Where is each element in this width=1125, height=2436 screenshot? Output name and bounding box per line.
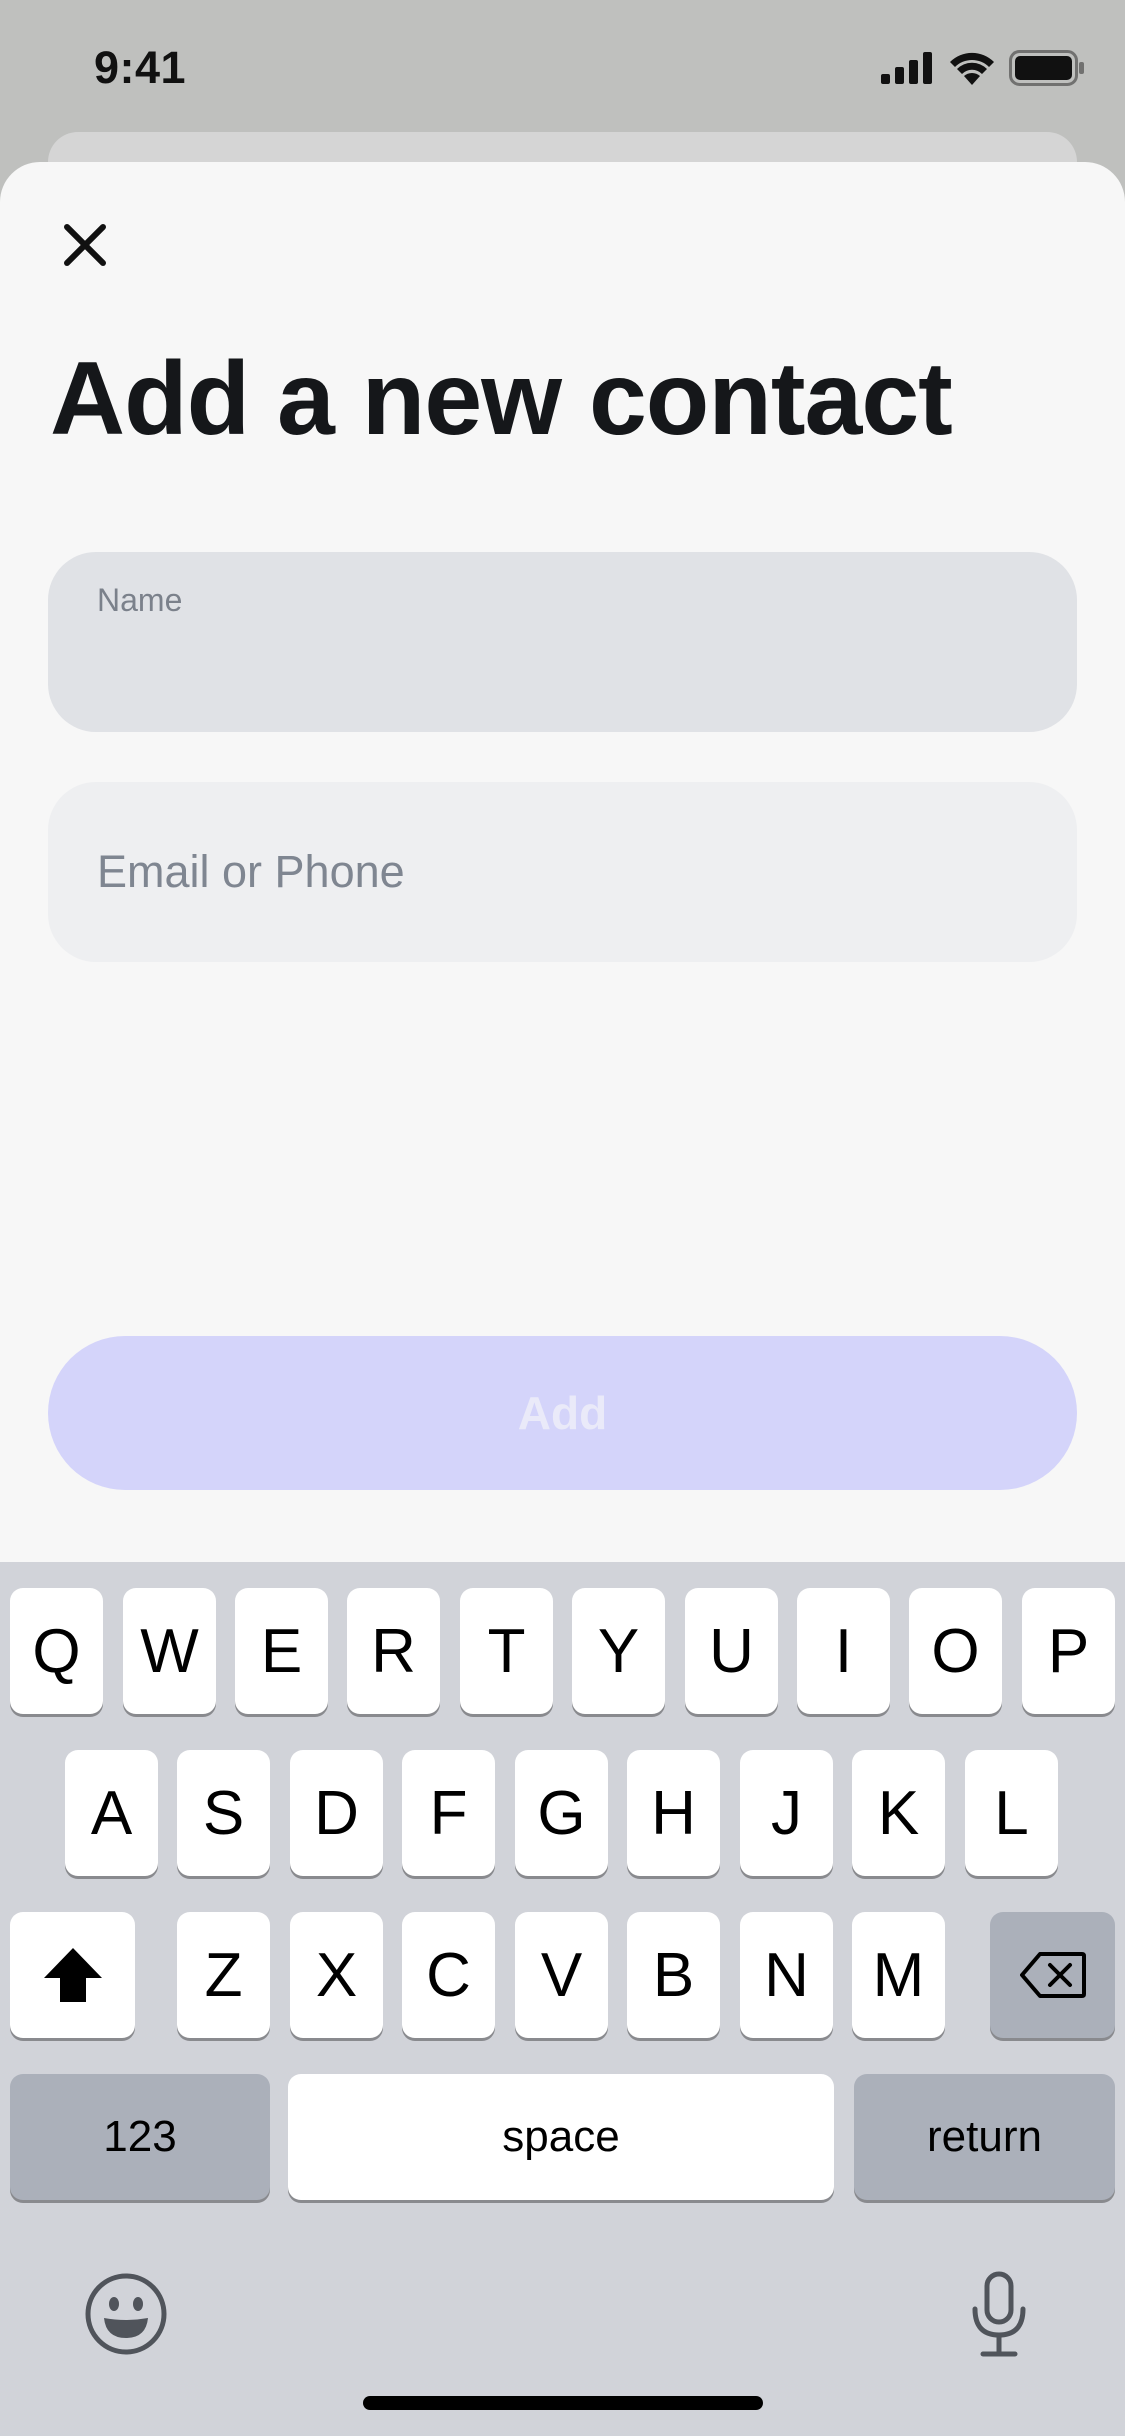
backspace-key[interactable] [990, 1912, 1115, 2038]
key-b[interactable]: B [627, 1912, 720, 2038]
key-n[interactable]: N [740, 1912, 833, 2038]
key-w[interactable]: W [123, 1588, 216, 1714]
key-o[interactable]: O [909, 1588, 1002, 1714]
key-k[interactable]: K [852, 1750, 945, 1876]
key-y[interactable]: Y [572, 1588, 665, 1714]
name-field-label: Name [97, 582, 183, 618]
close-icon [64, 224, 106, 266]
numbers-key[interactable]: 123 [10, 2074, 270, 2200]
key-t[interactable]: T [460, 1588, 553, 1714]
add-button[interactable]: Add [48, 1336, 1077, 1490]
key-d[interactable]: D [290, 1750, 383, 1876]
keyboard-row-2: A S D F G H J K L [0, 1750, 1125, 1876]
key-l[interactable]: L [965, 1750, 1058, 1876]
status-time: 9:41 [94, 42, 187, 93]
key-c[interactable]: C [402, 1912, 495, 2038]
key-v[interactable]: V [515, 1912, 608, 2038]
battery-icon [1009, 50, 1084, 86]
close-button[interactable] [55, 215, 115, 275]
key-q[interactable]: Q [10, 1588, 103, 1714]
cellular-signal-icon [881, 52, 932, 84]
backspace-icon [1019, 1952, 1086, 1998]
key-m[interactable]: M [852, 1912, 945, 2038]
key-j[interactable]: J [740, 1750, 833, 1876]
status-icons [881, 50, 1085, 86]
key-x[interactable]: X [290, 1912, 383, 2038]
key-i[interactable]: I [797, 1588, 890, 1714]
keyboard-row-4: 123 space return [0, 2074, 1125, 2200]
keyboard: Q W E R T Y U I O P A S D F G H J K L Z … [0, 1562, 1125, 2436]
home-indicator[interactable] [363, 2396, 763, 2410]
shift-icon [43, 1948, 102, 2002]
email-or-phone-placeholder: Email or Phone [97, 846, 405, 897]
key-p[interactable]: P [1022, 1588, 1115, 1714]
return-key[interactable]: return [854, 2074, 1115, 2200]
email-or-phone-field[interactable]: Email or Phone [48, 782, 1077, 962]
key-h[interactable]: H [627, 1750, 720, 1876]
wifi-icon [950, 52, 994, 85]
key-u[interactable]: U [685, 1588, 778, 1714]
name-field[interactable]: Name [48, 552, 1077, 732]
space-key[interactable]: space [288, 2074, 834, 2200]
page-title: Add a new contact [50, 341, 953, 457]
emoji-icon [85, 2273, 167, 2355]
key-s[interactable]: S [177, 1750, 270, 1876]
keyboard-row-1: Q W E R T Y U I O P [0, 1588, 1125, 1714]
key-g[interactable]: G [515, 1750, 608, 1876]
key-e[interactable]: E [235, 1588, 328, 1714]
keyboard-row-3: Z X C V B N M [0, 1912, 1125, 2038]
microphone-button[interactable] [955, 2268, 1043, 2362]
key-a[interactable]: A [65, 1750, 158, 1876]
key-r[interactable]: R [347, 1588, 440, 1714]
microphone-icon [972, 2271, 1026, 2357]
status-bar: 9:41 [0, 0, 1125, 135]
emoji-button[interactable] [82, 2270, 170, 2358]
key-f[interactable]: F [402, 1750, 495, 1876]
shift-key[interactable] [10, 1912, 135, 2038]
key-z[interactable]: Z [177, 1912, 270, 2038]
